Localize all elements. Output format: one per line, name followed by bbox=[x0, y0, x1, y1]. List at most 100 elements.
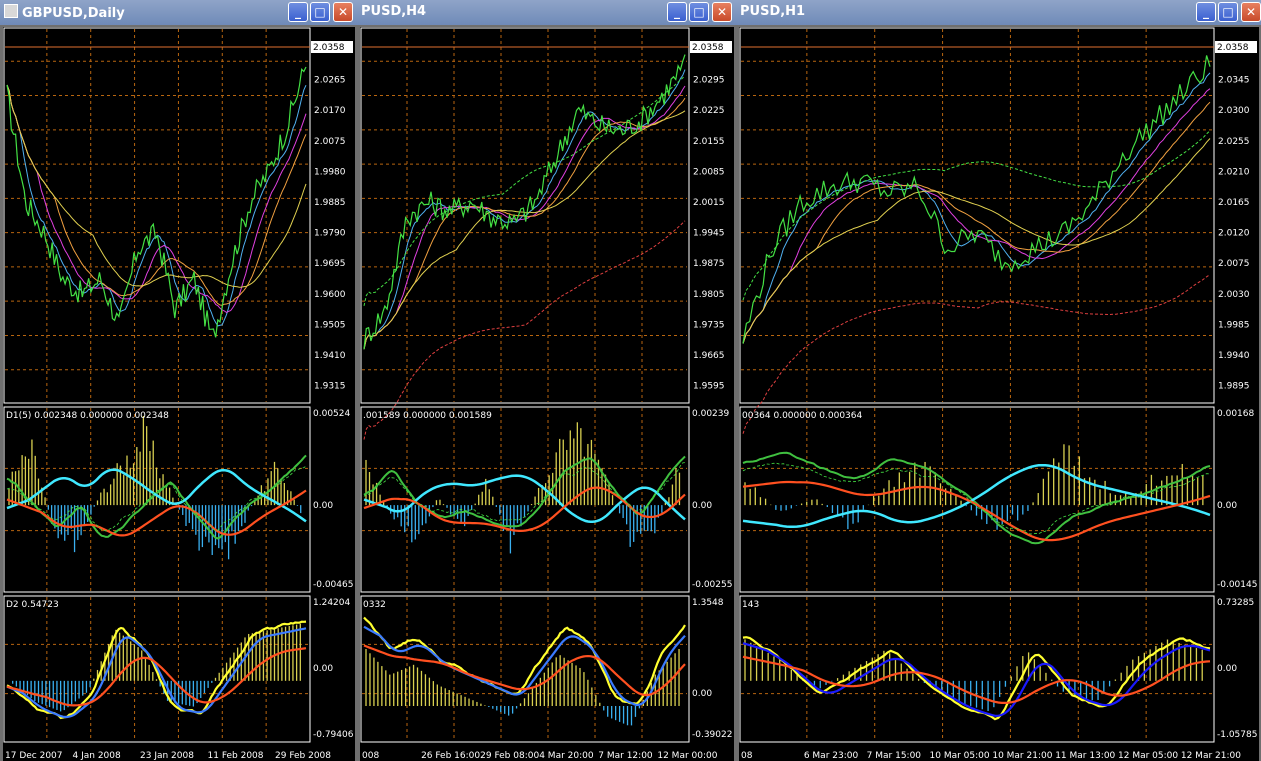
indicator-2-axis-label: -0.39022 bbox=[692, 730, 732, 740]
price-axis-label: 1.9600 bbox=[314, 290, 346, 300]
price-axis-label: 1.9885 bbox=[314, 198, 346, 208]
maximize-icon: □ bbox=[693, 5, 705, 19]
price-tag-label: 2.0358 bbox=[313, 43, 345, 53]
chart-area[interactable]: 2.0358 2.0265 2.0170 2.0075 1.9980 1.9885 1.97… bbox=[3, 27, 355, 761]
pane-frame bbox=[739, 27, 1215, 404]
price-tag-label: 2.0358 bbox=[692, 43, 724, 53]
price-axis-label: 1.9805 bbox=[693, 290, 725, 300]
time-axis-label: 008 bbox=[362, 751, 379, 761]
pane-frame bbox=[739, 595, 1215, 743]
moving-average-line bbox=[742, 138, 1211, 344]
window-titlebar[interactable]: GBPUSD,Daily _ □ ✕ bbox=[0, 0, 357, 25]
moving-average-line bbox=[363, 69, 686, 350]
time-axis-label: 10 Mar 21:00 bbox=[992, 751, 1052, 761]
indicator-2-axis-label: 0.00 bbox=[1217, 664, 1237, 674]
chart-area[interactable]: 2.0358 2.0345 2.0300 2.0255 2.0210 2.0165 2.01… bbox=[739, 27, 1259, 761]
chart-pane-0 bbox=[739, 27, 1215, 404]
time-axis-label: 12 Mar 21:00 bbox=[1181, 751, 1241, 761]
chart-window-icon bbox=[4, 4, 18, 18]
window-title: GBPUSD,Daily bbox=[4, 4, 125, 21]
indicator-1-axis-label: -0.00465 bbox=[313, 580, 353, 590]
chart-canvas[interactable]: 2.0358 2.0295 2.0225 2.0155 2.0085 2.0015 1.99… bbox=[360, 27, 734, 761]
indicator-2-axis-label: 0.00 bbox=[692, 689, 712, 699]
price-axis-label: 1.9410 bbox=[314, 351, 346, 361]
close-icon: ✕ bbox=[716, 5, 728, 19]
time-axis-label: 4 Mar 20:00 bbox=[539, 751, 594, 761]
moving-average-line bbox=[363, 75, 686, 307]
price-axis-label: 2.0255 bbox=[1218, 137, 1250, 147]
minimize-icon: _ bbox=[1203, 5, 1209, 19]
chart-pane-2 bbox=[739, 595, 1215, 743]
indicator-1-axis-label: -0.00145 bbox=[1217, 580, 1257, 590]
close-button[interactable]: ✕ bbox=[712, 2, 732, 22]
time-axis-label: 08 bbox=[741, 751, 753, 761]
oscillator-line bbox=[6, 620, 307, 720]
maximize-icon: □ bbox=[314, 5, 326, 19]
indicator-1-label: 00364 0.000000 0.000364 bbox=[742, 411, 863, 421]
time-axis-label: 17 Dec 2007 bbox=[5, 751, 63, 761]
minimize-button[interactable]: _ bbox=[1196, 2, 1216, 22]
indicator-1-label: D1(5) 0.002348 0.000000 0.002348 bbox=[6, 411, 169, 421]
chart-pane-1 bbox=[739, 406, 1215, 593]
maximize-button[interactable]: □ bbox=[1218, 2, 1238, 22]
time-axis-label: 29 Feb 08:00 bbox=[480, 751, 539, 761]
oscillator-line bbox=[6, 647, 307, 707]
chart-area[interactable]: 2.0358 2.0295 2.0225 2.0155 2.0085 2.0015 1.99… bbox=[360, 27, 734, 761]
price-axis-label: 2.0210 bbox=[1218, 167, 1250, 177]
price-line bbox=[6, 66, 307, 338]
price-axis-label: 1.9790 bbox=[314, 229, 346, 239]
price-axis-label: 2.0015 bbox=[693, 198, 725, 208]
price-axis-label: 2.0165 bbox=[1218, 198, 1250, 208]
price-axis-label: 2.0265 bbox=[314, 76, 346, 86]
price-tag-label: 2.0358 bbox=[1217, 43, 1249, 53]
minimize-icon: _ bbox=[674, 5, 680, 19]
indicator-1-axis-label: 0.00 bbox=[692, 501, 712, 511]
close-icon: ✕ bbox=[337, 5, 349, 19]
indicator-1-axis-label: 0.00 bbox=[313, 501, 333, 511]
minimize-button[interactable]: _ bbox=[288, 2, 308, 22]
time-axis-label: 12 Mar 05:00 bbox=[1118, 751, 1178, 761]
price-axis-label: 1.9875 bbox=[693, 259, 725, 269]
price-axis-label: 2.0075 bbox=[1218, 259, 1250, 269]
maximize-button[interactable]: □ bbox=[310, 2, 330, 22]
price-axis-label: 2.0155 bbox=[693, 137, 725, 147]
window-titlebar[interactable]: PUSD,H1 _ □ ✕ bbox=[736, 0, 1261, 25]
time-axis-label: 23 Jan 2008 bbox=[140, 751, 194, 761]
time-axis-label: 11 Feb 2008 bbox=[208, 751, 264, 761]
close-button[interactable]: ✕ bbox=[333, 2, 353, 22]
indicator-2-axis-label: 0.00 bbox=[313, 664, 333, 674]
price-axis-label: 1.9980 bbox=[314, 167, 346, 177]
chart-canvas[interactable]: 2.0358 2.0345 2.0300 2.0255 2.0210 2.0165 2.01… bbox=[739, 27, 1259, 761]
time-axis-label: 12 Mar 00:00 bbox=[657, 751, 717, 761]
price-axis-label: 2.0345 bbox=[1218, 76, 1250, 86]
price-axis-label: 2.0300 bbox=[1218, 106, 1250, 116]
window-title: PUSD,H1 bbox=[740, 4, 806, 19]
price-axis-label: 2.0120 bbox=[1218, 229, 1250, 239]
minimize-button[interactable]: _ bbox=[667, 2, 687, 22]
chart-window-h1[interactable]: PUSD,H1 _ □ ✕ 2.03582.03452.03002.02552.… bbox=[736, 0, 1261, 761]
chart-window-daily[interactable]: GBPUSD,Daily _ □ ✕ 2.03582.02652.01702.0… bbox=[0, 0, 357, 761]
moving-average-line bbox=[742, 88, 1211, 344]
price-axis-label: 1.9940 bbox=[1218, 351, 1250, 361]
time-axis-label: 11 Mar 13:00 bbox=[1055, 751, 1115, 761]
maximize-icon: □ bbox=[1222, 5, 1234, 19]
close-icon: ✕ bbox=[1245, 5, 1257, 19]
indicator-1-axis-label: 0.00168 bbox=[1217, 409, 1254, 419]
window-titlebar[interactable]: PUSD,H4 _ □ ✕ bbox=[357, 0, 736, 25]
maximize-button[interactable]: □ bbox=[689, 2, 709, 22]
time-axis-label: 7 Mar 12:00 bbox=[598, 751, 653, 761]
time-axis-label: 6 Mar 23:00 bbox=[804, 751, 859, 761]
close-button[interactable]: ✕ bbox=[1241, 2, 1261, 22]
indicator-2-label: 0332 bbox=[363, 600, 386, 610]
moving-average-line bbox=[742, 130, 1211, 301]
moving-average-line bbox=[363, 97, 686, 350]
pane-frame bbox=[3, 27, 311, 404]
indicator-2-axis-label: 1.3548 bbox=[692, 598, 724, 608]
price-tag: 2.0358 bbox=[311, 41, 353, 53]
chart-window-h4[interactable]: PUSD,H4 _ □ ✕ 2.03582.02952.02252.01552.… bbox=[357, 0, 736, 761]
indicator-2-label: D2 0.54723 bbox=[6, 600, 59, 610]
time-axis-label: 29 Feb 2008 bbox=[275, 751, 331, 761]
indicator-1-axis-label: -0.00255 bbox=[692, 580, 732, 590]
price-tag: 2.0358 bbox=[1215, 41, 1257, 53]
chart-canvas[interactable]: 2.0358 2.0265 2.0170 2.0075 1.9980 1.9885 1.97… bbox=[3, 27, 355, 761]
